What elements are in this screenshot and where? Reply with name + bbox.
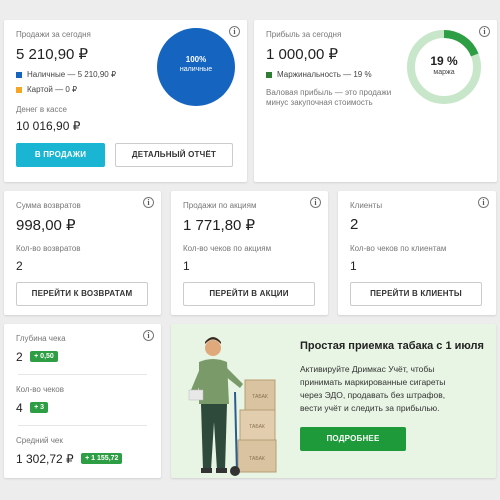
learn-more-button[interactable]: ПОДРОБНЕЕ [300,427,406,451]
info-icon[interactable]: i [310,197,321,208]
promo-sales-card: i Продажи по акциям 1 771,80 ₽ Кол-во че… [171,191,328,315]
tablet-illustration [188,389,204,401]
avg-receipt-value: 1 302,72 ₽ [16,451,74,466]
margin-legend-swatch [266,71,272,78]
clients-title: Клиенты [350,201,383,210]
payment-split-circle: 100% наличные [157,28,235,106]
margin-ring-label: маржа [433,69,455,76]
receipt-count-value: 4 [16,400,23,415]
receipt-stats-card: i Глубина чека 2 + 0,50 Кол-во чеков 4 +… [4,324,161,478]
promo-count: 1 [183,259,190,273]
profit-today-title: Прибыль за сегодня [266,30,342,39]
courier-illustration: ТАБАК ТАБАК ТАБАК [188,337,277,476]
clients-card: i Клиенты 2 Кол-во чеков по клиентам 1 П… [338,191,496,315]
box-label: ТАБАК [252,394,268,400]
go-to-returns-button[interactable]: ПЕРЕЙТИ К ВОЗВРАТАМ [16,282,148,306]
clients-count: 1 [350,259,357,273]
banner-text-line: принимать маркированные сигареты [300,377,446,387]
margin-ring-percent: 19 % [430,54,458,68]
receipt-depth-label: Глубина чека [16,334,66,343]
info-icon[interactable]: i [229,26,240,37]
returns-count-label: Кол-во возвратов [16,244,81,253]
banner-text-line: вести учёт и следить за прибылью. [300,403,440,413]
go-to-clients-button[interactable]: ПЕРЕЙТИ В КЛИЕНТЫ [350,282,482,306]
cash-legend-label: Наличные — 5 210,90 ₽ [27,70,117,79]
profit-note-line1: Валовая прибыль — это продажи [266,88,392,97]
person-shirt [199,359,229,404]
cash-in-register-label: Денег в кассе [16,105,67,114]
person-shoe [201,468,212,473]
sales-today-amount: 5 210,90 ₽ [16,46,89,63]
avg-receipt-row: 1 302,72 ₽ + 1 155,72 [16,450,123,468]
box-label: ТАБАК [249,456,265,462]
receipt-depth-value: 2 [16,349,23,364]
hand-truck-icon [234,391,238,475]
returns-amount: 998,00 ₽ [16,217,76,234]
banner-text: Активируйте Дримкас Учёт, чтобы принимат… [300,363,445,415]
cash-in-register-value: 10 016,90 ₽ [16,119,81,133]
margin-ring: 19 % маржа [406,29,482,105]
receipt-count-badge: + 3 [30,402,49,414]
info-icon[interactable]: i [143,330,154,341]
payment-split-percent: 100% [185,55,207,64]
info-icon[interactable]: i [143,197,154,208]
clients-count-label: Кол-во чеков по клиентам [350,244,447,253]
go-to-promos-button[interactable]: ПЕРЕЙТИ В АКЦИИ [183,282,315,306]
banner-text-line: Активируйте Дримкас Учёт, чтобы [300,364,435,374]
card-legend-swatch [16,86,22,93]
box-label: ТАБАК [249,424,265,430]
info-icon[interactable]: i [478,197,489,208]
receipt-count-row: 4 + 3 [16,399,49,417]
divider [18,374,147,375]
returns-card: i Сумма возвратов 998,00 ₽ Кол-во возвра… [4,191,161,315]
receipt-count-label: Кол-во чеков [16,385,65,394]
avg-receipt-label: Средний чек [16,436,63,445]
promo-sales-amount: 1 771,80 ₽ [183,217,256,234]
sales-today-title: Продажи за сегодня [16,30,91,39]
payment-split-label: наличные [179,66,213,73]
go-to-sales-button[interactable]: В ПРОДАЖИ [16,143,105,167]
returns-title: Сумма возвратов [16,201,81,210]
returns-count: 2 [16,259,23,273]
person-head [205,340,221,356]
avg-receipt-badge: + 1 155,72 [81,453,123,465]
promo-sales-title: Продажи по акциям [183,201,257,210]
card-legend-label: Картой — 0 ₽ [27,85,78,94]
banner-title: Простая приемка табака с 1 июля [300,340,484,352]
profit-today-card: i Прибыль за сегодня 1 000,00 ₽ Маржинал… [254,20,497,182]
margin-legend: Маржинальность — 19 % [266,70,372,79]
card-legend: Картой — 0 ₽ [16,85,77,94]
divider [18,425,147,426]
receipt-depth-badge: + 0,50 [30,351,58,363]
tobacco-promo-banner: ТАБАК ТАБАК ТАБАК Простая приемка табака… [171,324,496,478]
cash-legend: Наличные — 5 210,90 ₽ [16,70,116,79]
receipt-depth-row: 2 + 0,50 [16,348,58,366]
detailed-report-button[interactable]: ДЕТАЛЬНЫЙ ОТЧЁТ [115,143,233,167]
margin-legend-label: Маржинальность — 19 % [277,70,372,79]
person-trousers [201,404,227,470]
cash-legend-swatch [16,71,22,78]
profit-today-amount: 1 000,00 ₽ [266,46,339,63]
banner-text-line: через ЭДО, продавать без штрафов, [300,390,446,400]
hand-truck-wheel [230,466,240,476]
sales-today-card: i Продажи за сегодня 5 210,90 ₽ Наличные… [4,20,247,182]
person-shoe [216,468,227,473]
promo-count-label: Кол-во чеков по акциям [183,244,272,253]
clients-amount: 2 [350,216,359,233]
profit-note-line2: минус закупочная стоимость [266,98,373,107]
